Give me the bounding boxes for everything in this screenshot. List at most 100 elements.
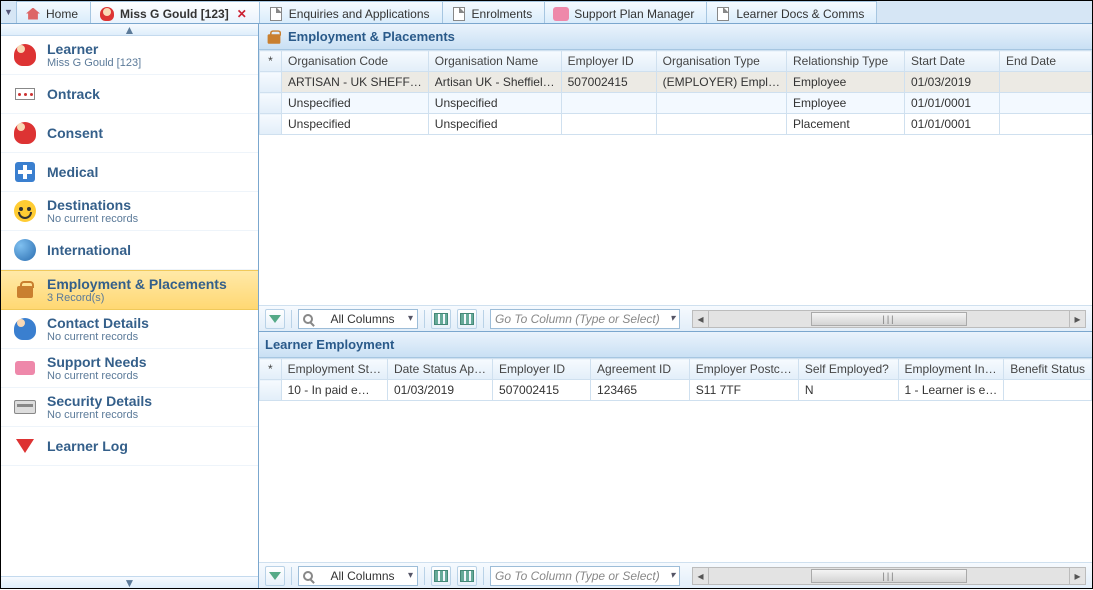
grid-learner-employment[interactable]: *Employment St…Date Status Ap…Employer I…	[259, 358, 1092, 562]
cell[interactable]: Unspecified	[282, 114, 429, 135]
cols-button-1[interactable]	[431, 566, 451, 586]
sidebar-item-destinations[interactable]: DestinationsNo current records	[1, 192, 258, 231]
sidebar-scroll-up[interactable]: ▲	[1, 24, 258, 36]
column-header[interactable]: Organisation Type	[656, 51, 786, 72]
globe-icon	[11, 236, 39, 264]
cell[interactable]: S11 7TF	[689, 380, 798, 401]
columns-combo[interactable]: All Columns▾	[298, 566, 418, 586]
column-header[interactable]: Self Employed?	[798, 359, 898, 380]
cell[interactable]	[999, 72, 1091, 93]
column-header[interactable]: Employment In…	[898, 359, 1004, 380]
cell[interactable]: 10 - In paid e…	[281, 380, 387, 401]
cell[interactable]	[260, 380, 282, 401]
sidebar-scroll-down[interactable]: ▼	[1, 576, 258, 588]
scroll-right-icon[interactable]: ▸	[1069, 568, 1085, 584]
cell[interactable]: 507002415	[561, 72, 656, 93]
scroll-left-icon[interactable]: ◂	[693, 311, 709, 327]
column-header[interactable]: Employer ID	[493, 359, 591, 380]
grid-employment-placements[interactable]: *Organisation CodeOrganisation NameEmplo…	[259, 50, 1092, 305]
column-header[interactable]: Employer ID	[561, 51, 656, 72]
sidebar-item-consent[interactable]: Consent	[1, 114, 258, 153]
cell[interactable]: Unspecified	[428, 114, 561, 135]
goto-column-combo[interactable]: Go To Column (Type or Select)▾	[490, 566, 680, 586]
cell[interactable]: 1 - Learner is e…	[898, 380, 1004, 401]
tab-enquiries[interactable]: Enquiries and Applications	[260, 1, 443, 23]
table-row[interactable]: UnspecifiedUnspecified Placement01/01/000…	[260, 114, 1092, 135]
h-scrollbar[interactable]: ◂ ||| ▸	[692, 310, 1086, 328]
cell[interactable]: 507002415	[493, 380, 591, 401]
column-header[interactable]: Start Date	[904, 51, 999, 72]
tab-learner[interactable]: Miss G Gould [123] ✕	[91, 1, 260, 23]
table-row[interactable]: ARTISAN - UK SHEFF…Artisan UK - Sheffiel…	[260, 72, 1092, 93]
cell[interactable]	[260, 93, 282, 114]
scroll-right-icon[interactable]: ▸	[1069, 311, 1085, 327]
cell[interactable]	[260, 114, 282, 135]
close-icon[interactable]: ✕	[237, 7, 247, 21]
column-header[interactable]: Relationship Type	[786, 51, 904, 72]
face-icon	[11, 197, 39, 225]
sidebar-item-ontrack[interactable]: Ontrack	[1, 75, 258, 114]
cell[interactable]	[260, 72, 282, 93]
sidebar-item-international[interactable]: International	[1, 231, 258, 270]
tab-docs-comms[interactable]: Learner Docs & Comms	[707, 1, 877, 23]
column-header[interactable]: Agreement ID	[591, 359, 690, 380]
cols-button-2[interactable]	[457, 566, 477, 586]
tab-support-plan[interactable]: Support Plan Manager	[545, 1, 707, 23]
column-header[interactable]: Employer Postc…	[689, 359, 798, 380]
cell[interactable]	[561, 93, 656, 114]
sidebar-item-support-needs[interactable]: Support NeedsNo current records	[1, 349, 258, 388]
sidebar-item-learner[interactable]: LearnerMiss G Gould [123]	[1, 36, 258, 75]
column-header[interactable]: End Date	[999, 51, 1091, 72]
column-header[interactable]: Organisation Name	[428, 51, 561, 72]
table-row[interactable]: 10 - In paid e…01/03/2019507002415123465…	[260, 380, 1092, 401]
cell[interactable]: ARTISAN - UK SHEFF…	[282, 72, 429, 93]
column-header[interactable]: Employment St…	[281, 359, 387, 380]
scrollbar-thumb[interactable]: |||	[811, 312, 968, 326]
cell[interactable]: 01/01/0001	[904, 114, 999, 135]
combo-text: All Columns	[330, 312, 394, 326]
cell[interactable]: 01/01/0001	[904, 93, 999, 114]
scrollbar-thumb[interactable]: |||	[811, 569, 968, 583]
sidebar-item-learner-log[interactable]: Learner Log	[1, 427, 258, 466]
scroll-left-icon[interactable]: ◂	[693, 568, 709, 584]
sidebar-item-security-details[interactable]: Security DetailsNo current records	[1, 388, 258, 427]
cell[interactable]	[561, 114, 656, 135]
sidebar-item-medical[interactable]: Medical	[1, 153, 258, 192]
tab-enrolments[interactable]: Enrolments	[443, 1, 546, 23]
sidebar-item-label: Support Needs	[47, 354, 147, 370]
cell[interactable]: N	[798, 380, 898, 401]
cell[interactable]: Employee	[786, 93, 904, 114]
columns-combo[interactable]: All Columns▾	[298, 309, 418, 329]
sidebar-item-employment-placements[interactable]: Employment & Placements3 Record(s)	[1, 270, 258, 310]
column-header[interactable]: *	[260, 359, 282, 380]
cell[interactable]: Unspecified	[282, 93, 429, 114]
cell[interactable]: (EMPLOYER) Empl…	[656, 72, 786, 93]
bag-icon	[11, 276, 39, 304]
cell[interactable]	[999, 93, 1091, 114]
sidebar-item-contact-details[interactable]: Contact DetailsNo current records	[1, 310, 258, 349]
cell[interactable]: 01/03/2019	[387, 380, 492, 401]
cell[interactable]	[656, 93, 786, 114]
column-header[interactable]: *	[260, 51, 282, 72]
column-header[interactable]: Organisation Code	[282, 51, 429, 72]
cell[interactable]	[656, 114, 786, 135]
cell[interactable]	[999, 114, 1091, 135]
cell[interactable]: Unspecified	[428, 93, 561, 114]
column-header[interactable]: Benefit Status	[1004, 359, 1092, 380]
filter-button[interactable]	[265, 566, 285, 586]
h-scrollbar[interactable]: ◂ ||| ▸	[692, 567, 1086, 585]
goto-column-combo[interactable]: Go To Column (Type or Select)▾	[490, 309, 680, 329]
cell[interactable]: 123465	[591, 380, 690, 401]
cell[interactable]	[1004, 380, 1092, 401]
column-header[interactable]: Date Status Ap…	[387, 359, 492, 380]
table-row[interactable]: UnspecifiedUnspecified Employee01/01/0001	[260, 93, 1092, 114]
tab-scroll-toggle[interactable]: ▼	[1, 1, 17, 23]
cols-button-1[interactable]	[431, 309, 451, 329]
cell[interactable]: Placement	[786, 114, 904, 135]
filter-button[interactable]	[265, 309, 285, 329]
cols-button-2[interactable]	[457, 309, 477, 329]
cell[interactable]: Employee	[786, 72, 904, 93]
cell[interactable]: 01/03/2019	[904, 72, 999, 93]
tab-home[interactable]: Home	[17, 1, 91, 23]
cell[interactable]: Artisan UK - Sheffiel…	[428, 72, 561, 93]
